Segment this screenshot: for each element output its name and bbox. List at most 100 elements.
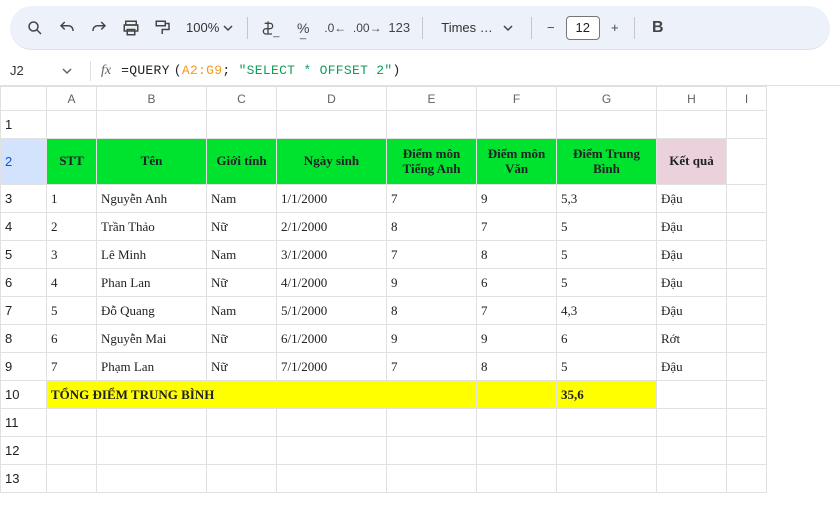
cell[interactable]: Điểm môn Tiếng Anh (387, 139, 477, 185)
select-all-corner[interactable] (1, 87, 47, 111)
cell[interactable]: 5 (557, 213, 657, 241)
cell[interactable] (47, 465, 97, 493)
cell[interactable]: 35,6 (557, 381, 657, 409)
column-header[interactable]: I (727, 87, 767, 111)
cell[interactable] (207, 465, 277, 493)
cell[interactable]: 1/1/2000 (277, 185, 387, 213)
cell[interactable] (557, 111, 657, 139)
cell[interactable] (387, 111, 477, 139)
cell[interactable]: Nam (207, 185, 277, 213)
cell[interactable] (47, 409, 97, 437)
paint-format-button[interactable] (148, 13, 178, 43)
column-header[interactable]: E (387, 87, 477, 111)
cell[interactable]: Rớt (657, 325, 727, 353)
cell[interactable]: 2 (47, 213, 97, 241)
cell[interactable] (727, 381, 767, 409)
column-header[interactable]: G (557, 87, 657, 111)
cell[interactable] (727, 437, 767, 465)
increase-font-button[interactable]: + (604, 13, 626, 43)
cell[interactable]: Đậu (657, 241, 727, 269)
cell[interactable]: 3/1/2000 (277, 241, 387, 269)
cell[interactable]: Nam (207, 297, 277, 325)
cell[interactable]: 9 (477, 185, 557, 213)
cell[interactable]: Lê Minh (97, 241, 207, 269)
cell[interactable]: 7 (387, 353, 477, 381)
row-header[interactable]: 13 (1, 465, 47, 493)
cell[interactable]: 6/1/2000 (277, 325, 387, 353)
increase-decimal-button[interactable]: .00→ (352, 13, 382, 43)
cell[interactable] (277, 465, 387, 493)
cell[interactable]: Đậu (657, 297, 727, 325)
cell[interactable]: 9 (477, 325, 557, 353)
formula-input[interactable]: =QUERY(A2:G9; "SELECT * OFFSET 2") (121, 63, 401, 78)
cell[interactable] (477, 381, 557, 409)
cell[interactable]: Nữ (207, 213, 277, 241)
cell[interactable] (727, 297, 767, 325)
cell[interactable] (727, 241, 767, 269)
total-label[interactable]: TỔNG ĐIỂM TRUNG BÌNH (47, 381, 477, 409)
cell[interactable]: 5/1/2000 (277, 297, 387, 325)
bold-button[interactable]: B (643, 13, 673, 43)
cell[interactable] (727, 139, 767, 185)
row-header[interactable]: 12 (1, 437, 47, 465)
more-formats-button[interactable]: 123 (384, 13, 414, 43)
print-button[interactable] (116, 13, 146, 43)
row-header[interactable]: 2 (1, 139, 47, 185)
cell[interactable]: Đỗ Quang (97, 297, 207, 325)
cell[interactable]: Nữ (207, 269, 277, 297)
cell[interactable]: 5 (557, 241, 657, 269)
zoom-dropdown[interactable]: 100% (180, 20, 239, 35)
row-header[interactable]: 5 (1, 241, 47, 269)
font-size-input[interactable]: 12 (566, 16, 600, 40)
cell[interactable] (477, 409, 557, 437)
row-header[interactable]: 4 (1, 213, 47, 241)
cell[interactable]: 2/1/2000 (277, 213, 387, 241)
cell[interactable] (477, 465, 557, 493)
cell[interactable]: Đậu (657, 353, 727, 381)
cell[interactable] (277, 111, 387, 139)
cell[interactable] (657, 111, 727, 139)
cell[interactable]: Phan Lan (97, 269, 207, 297)
cell[interactable]: 8 (477, 353, 557, 381)
cell[interactable]: 6 (47, 325, 97, 353)
cell[interactable]: 1 (47, 185, 97, 213)
cell[interactable] (727, 269, 767, 297)
row-header[interactable]: 8 (1, 325, 47, 353)
cell[interactable] (47, 437, 97, 465)
cell[interactable]: 4/1/2000 (277, 269, 387, 297)
cell[interactable] (657, 409, 727, 437)
cell[interactable] (207, 111, 277, 139)
cell[interactable]: 5,3 (557, 185, 657, 213)
row-header[interactable]: 3 (1, 185, 47, 213)
row-header[interactable]: 6 (1, 269, 47, 297)
cell[interactable]: 9 (387, 269, 477, 297)
cell[interactable] (477, 437, 557, 465)
column-header[interactable]: C (207, 87, 277, 111)
cell[interactable]: 7 (387, 241, 477, 269)
cell[interactable]: Nữ (207, 353, 277, 381)
cell[interactable]: 9 (387, 325, 477, 353)
cell[interactable] (557, 465, 657, 493)
cell[interactable] (727, 185, 767, 213)
cell[interactable]: 8 (477, 241, 557, 269)
cell[interactable] (207, 409, 277, 437)
cell[interactable]: STT (47, 139, 97, 185)
cell[interactable]: Nguyễn Mai (97, 325, 207, 353)
cell[interactable] (557, 409, 657, 437)
name-box[interactable]: J2 (10, 63, 80, 78)
row-header[interactable]: 7 (1, 297, 47, 325)
cell[interactable]: 7 (477, 297, 557, 325)
cell[interactable] (657, 437, 727, 465)
cell[interactable] (657, 381, 727, 409)
cell[interactable] (97, 437, 207, 465)
cell[interactable]: 6 (557, 325, 657, 353)
cell[interactable] (277, 437, 387, 465)
search-icon[interactable] (20, 13, 50, 43)
cell[interactable]: Ngày sinh (277, 139, 387, 185)
cell[interactable] (387, 437, 477, 465)
cell[interactable]: 4 (47, 269, 97, 297)
column-header[interactable]: A (47, 87, 97, 111)
row-header[interactable]: 9 (1, 353, 47, 381)
cell[interactable] (727, 353, 767, 381)
cell[interactable]: 5 (47, 297, 97, 325)
